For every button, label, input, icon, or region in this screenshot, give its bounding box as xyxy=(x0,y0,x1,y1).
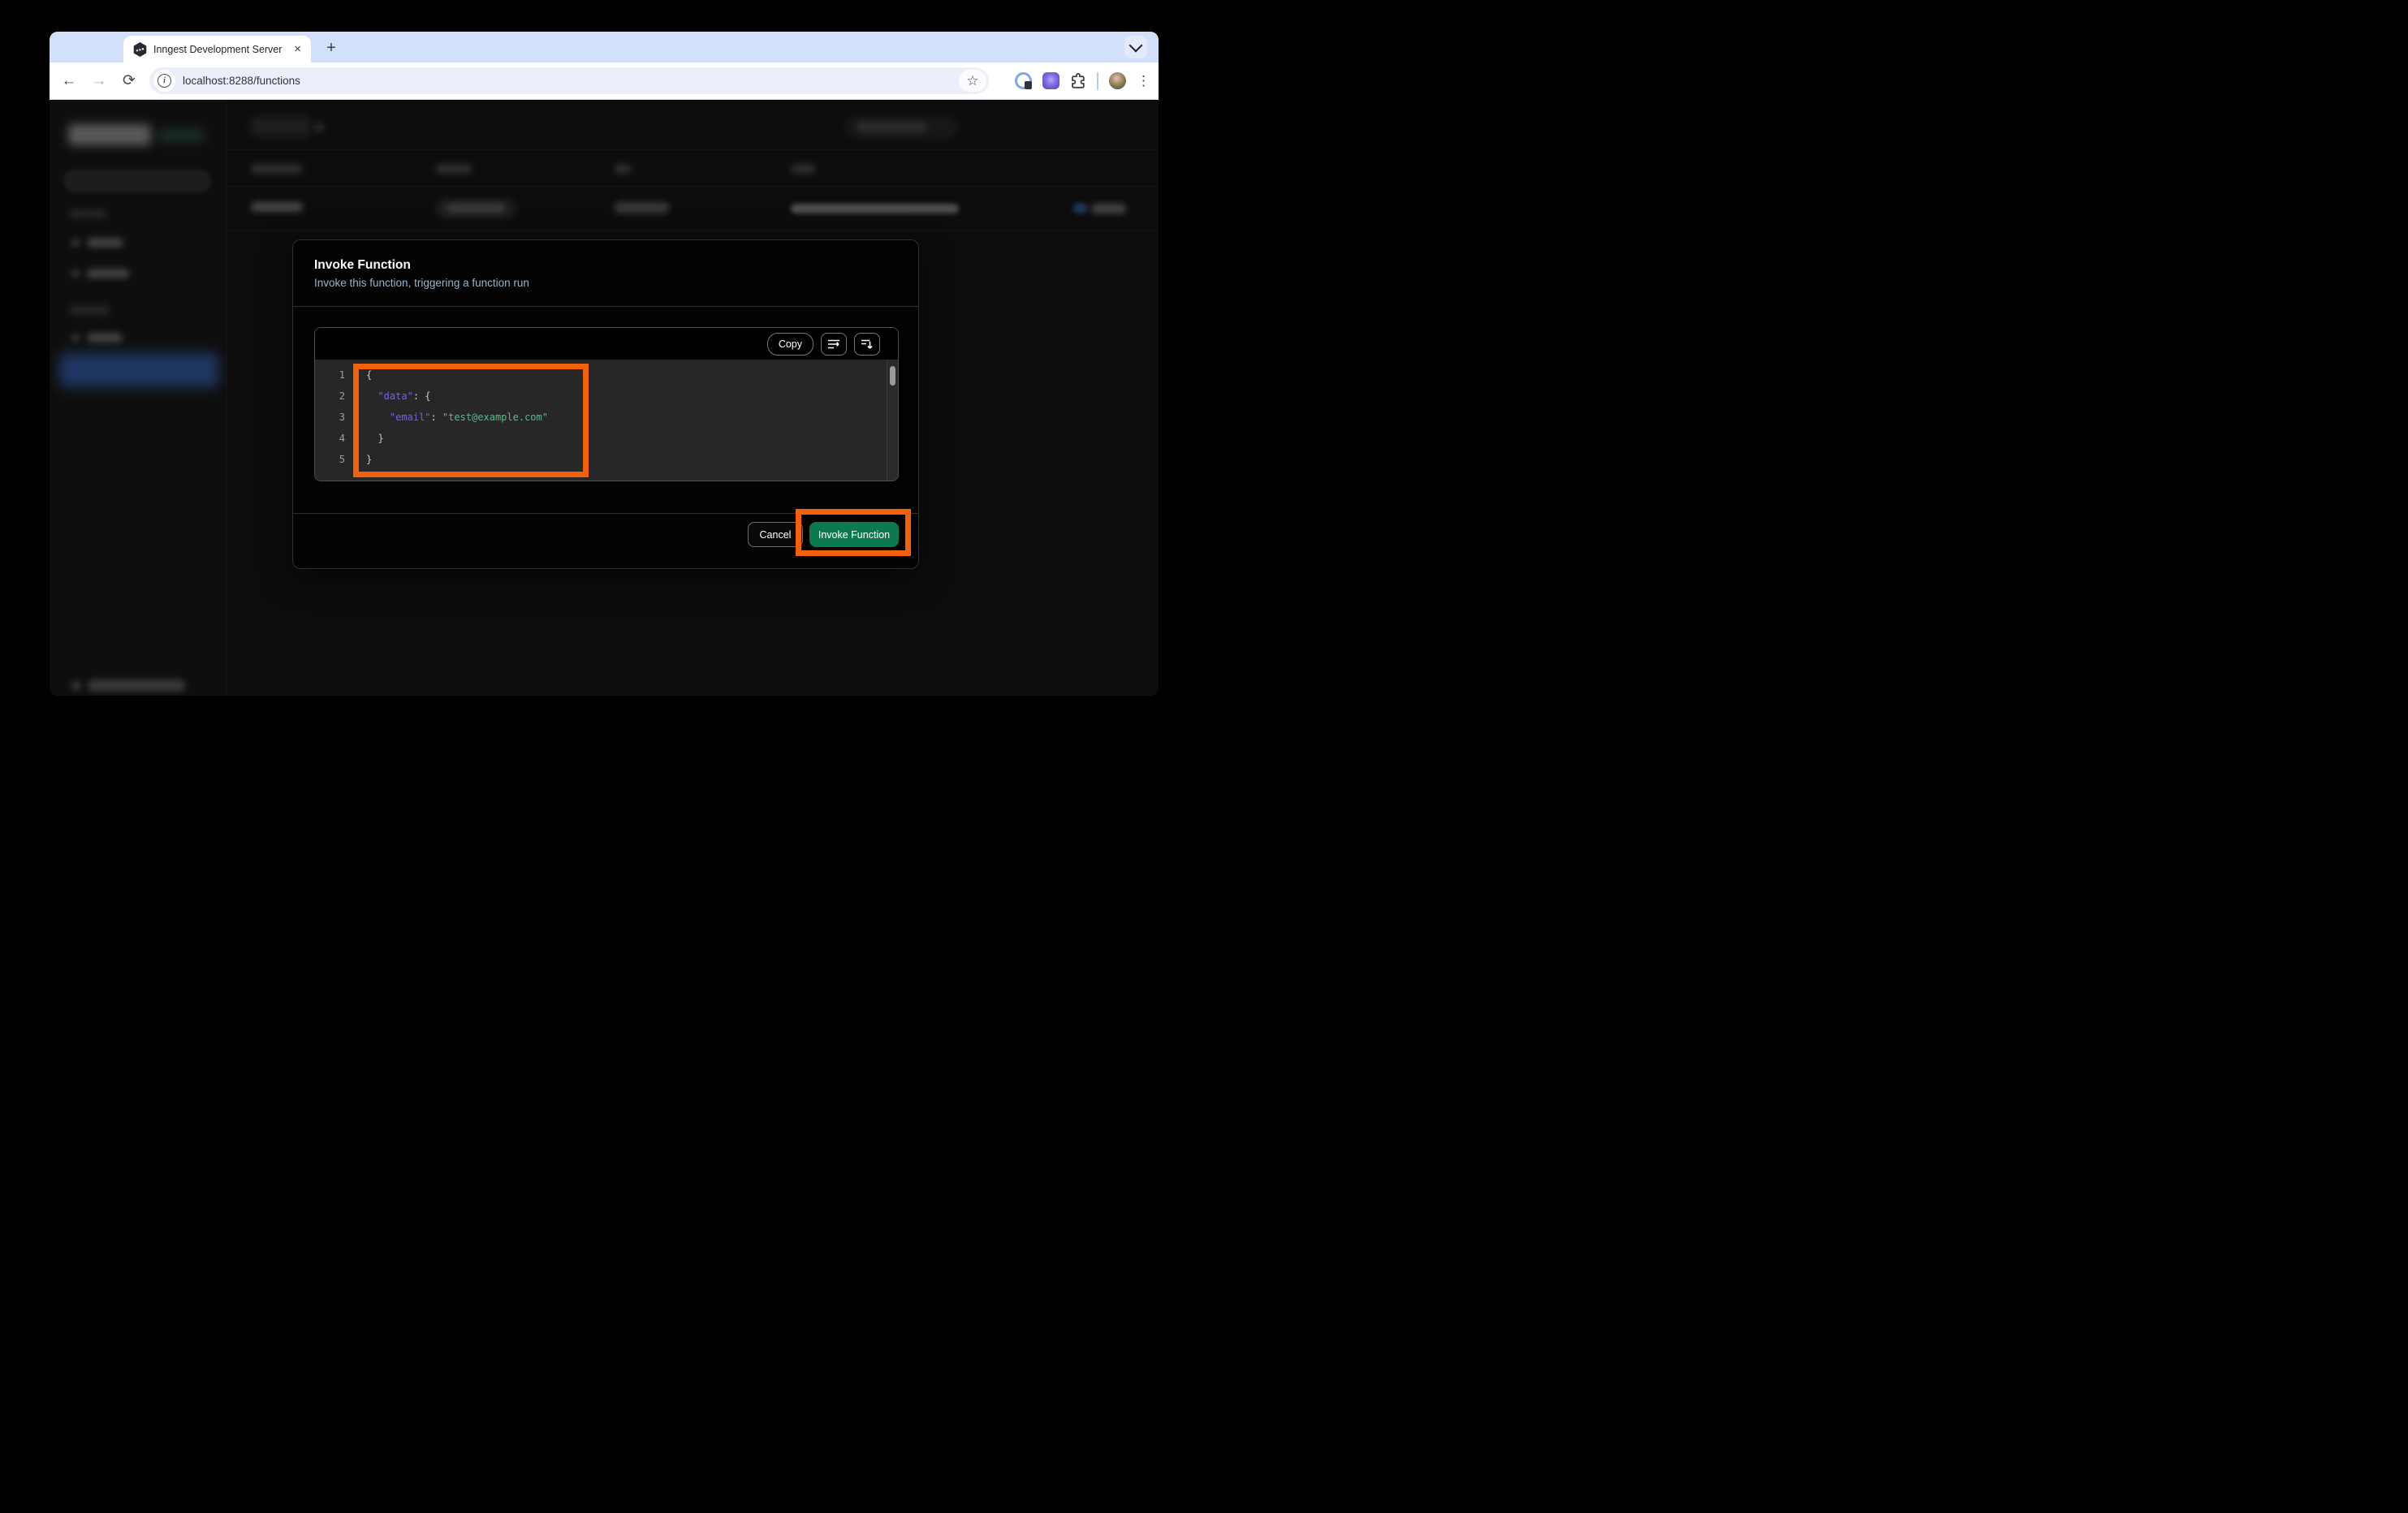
chevron-down-icon xyxy=(1128,38,1143,53)
address-bar[interactable]: i localhost:8288/functions ☆ xyxy=(149,67,989,94)
annotation-highlight-invoke xyxy=(796,509,911,556)
modal-title: Invoke Function xyxy=(314,258,411,272)
extensions-puzzle-icon[interactable] xyxy=(1070,72,1086,89)
password-manager-extension-icon[interactable] xyxy=(1015,72,1032,89)
expand-lines-icon xyxy=(861,339,873,349)
bookmark-star-icon: ☆ xyxy=(966,73,979,88)
editor-scrollbar-thumb[interactable] xyxy=(890,366,895,386)
invoke-function-modal: Invoke Function Invoke this function, tr… xyxy=(292,239,919,569)
editor-scrollbar[interactable] xyxy=(887,360,898,481)
inngest-favicon xyxy=(133,41,147,57)
new-tab-button[interactable]: + xyxy=(320,37,343,59)
editor-toolbar: Copy xyxy=(315,328,898,360)
browser-toolbar: ← → ⟳ i localhost:8288/functions ☆ ⋮ xyxy=(50,63,1159,100)
toolbar-right-icons: ⋮ xyxy=(1015,63,1150,99)
modal-subtitle: Invoke this function, triggering a funct… xyxy=(314,277,529,289)
site-info-icon[interactable]: i xyxy=(153,70,175,92)
toolbar-separator xyxy=(1097,71,1098,90)
url-text[interactable]: localhost:8288/functions xyxy=(183,75,300,87)
purple-extension-icon[interactable] xyxy=(1042,72,1059,89)
back-button[interactable]: ← xyxy=(57,69,81,93)
browser-window: Inngest Development Server × + ← → ⟳ i l… xyxy=(50,32,1159,696)
tab-search-button[interactable] xyxy=(1124,36,1147,58)
browser-tab-strip: Inngest Development Server × + xyxy=(50,32,1159,84)
reload-button[interactable]: ⟳ xyxy=(117,69,141,93)
forward-button[interactable]: → xyxy=(87,69,111,93)
modal-divider xyxy=(293,306,918,307)
tab-title: Inngest Development Server xyxy=(153,43,283,55)
annotation-highlight-code xyxy=(353,364,589,477)
profile-avatar[interactable] xyxy=(1109,72,1126,89)
cancel-button[interactable]: Cancel xyxy=(748,522,803,547)
copy-button[interactable]: Copy xyxy=(766,332,813,356)
browser-tab-active[interactable]: Inngest Development Server × xyxy=(123,36,311,63)
word-wrap-icon xyxy=(828,339,839,348)
browser-menu-icon[interactable]: ⋮ xyxy=(1137,73,1150,89)
tab-close-icon[interactable]: × xyxy=(291,43,304,55)
bookmark-button[interactable]: ☆ xyxy=(959,70,986,92)
word-wrap-button[interactable] xyxy=(821,332,847,356)
expand-lines-button[interactable] xyxy=(854,332,880,356)
page-content: Invoke Function Invoke this function, tr… xyxy=(50,100,1159,696)
editor-line-numbers: 12345 xyxy=(339,369,345,465)
screenshot-canvas: Inngest Development Server × + ← → ⟳ i l… xyxy=(0,0,1204,756)
